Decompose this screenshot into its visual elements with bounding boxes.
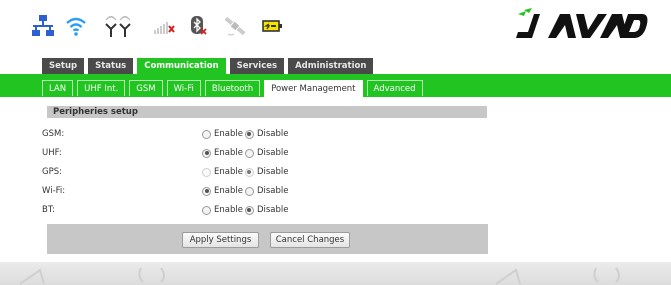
satellite-icon: [222, 14, 248, 38]
gps-label: GPS:: [42, 167, 62, 177]
subtab-wifi[interactable]: Wi-Fi: [166, 80, 201, 96]
wifi-radio-group: Enable Disable: [202, 186, 290, 196]
gsm-disable-radio[interactable]: [244, 129, 254, 139]
cancel-changes-button[interactable]: Cancel Changes: [270, 232, 350, 248]
enable-label: Enable: [214, 129, 243, 139]
javad-logo: [514, 8, 649, 45]
uhf-radio-group: Enable Disable: [202, 148, 290, 158]
section-title: Peripheries setup: [47, 106, 487, 118]
wifi-enable-radio[interactable]: [202, 186, 211, 196]
uhf-disable-radio[interactable]: [244, 148, 254, 158]
wifi-icon: [64, 14, 88, 38]
disable-label: Disable: [256, 186, 289, 196]
enable-label: Enable: [214, 205, 243, 215]
tab-administration[interactable]: Administration: [288, 58, 374, 74]
gps-radio-group: Enable Disable: [202, 167, 290, 177]
bt-disable-radio[interactable]: [244, 205, 254, 215]
gsm-enable-radio[interactable]: [202, 129, 211, 139]
content-panel: Peripheries setup GSM: Enable Disable UH…: [0, 97, 671, 285]
battery-icon: [260, 14, 284, 38]
subtab-uhf-int[interactable]: UHF Int.: [77, 80, 126, 96]
gps-enable-radio: [202, 167, 211, 177]
gsm-radio-group: Enable Disable: [202, 129, 290, 139]
gsm-label: GSM:: [42, 129, 65, 139]
gps-disable-radio: [244, 167, 254, 177]
disable-label: Disable: [256, 205, 289, 215]
footer-watermark-left: [19, 268, 45, 285]
tab-setup[interactable]: Setup: [42, 58, 85, 74]
uhf-enable-radio[interactable]: [202, 148, 211, 158]
footer: [0, 262, 671, 285]
enable-label: Enable: [214, 167, 243, 177]
enable-label: Enable: [214, 186, 243, 196]
signal-bars-icon: [152, 14, 176, 38]
subtab-bluetooth[interactable]: Bluetooth: [204, 80, 261, 96]
tab-services[interactable]: Services: [229, 58, 285, 74]
disable-label: Disable: [256, 148, 289, 158]
tab-communication[interactable]: Communication: [137, 58, 226, 74]
header: [0, 0, 671, 50]
footer-watermark-right-2: [593, 267, 620, 283]
wifi-label: Wi-Fi:: [42, 186, 66, 196]
bt-label: BT:: [42, 205, 55, 215]
bt-radio-group: Enable Disable: [202, 205, 290, 215]
uhf-label: UHF:: [42, 148, 62, 158]
subtab-lan[interactable]: LAN: [42, 80, 74, 96]
lan-icon: [31, 14, 55, 38]
subtab-power-management[interactable]: Power Management: [264, 80, 363, 98]
wifi-disable-radio[interactable]: [244, 186, 254, 196]
apply-settings-button[interactable]: Apply Settings: [182, 232, 259, 248]
sub-tabs: LAN UHF Int. GSM Wi-Fi Bluetooth Power M…: [42, 80, 423, 98]
main-tab-bar: Setup Status Communication Services Admi…: [42, 58, 374, 74]
enable-label: Enable: [214, 148, 243, 158]
action-bar: Apply Settings Cancel Changes: [47, 224, 488, 254]
footer-watermark-right: [495, 268, 521, 285]
subtab-advanced[interactable]: Advanced: [366, 80, 423, 96]
disable-label: Disable: [256, 129, 289, 139]
footer-watermark-left-2: [138, 267, 165, 283]
bt-enable-radio[interactable]: [202, 205, 211, 215]
subtab-gsm[interactable]: GSM: [129, 80, 163, 96]
uhf-antennas-icon: [103, 14, 133, 38]
tab-status[interactable]: Status: [88, 58, 134, 74]
disable-label: Disable: [256, 167, 289, 177]
bluetooth-icon: [188, 14, 208, 38]
